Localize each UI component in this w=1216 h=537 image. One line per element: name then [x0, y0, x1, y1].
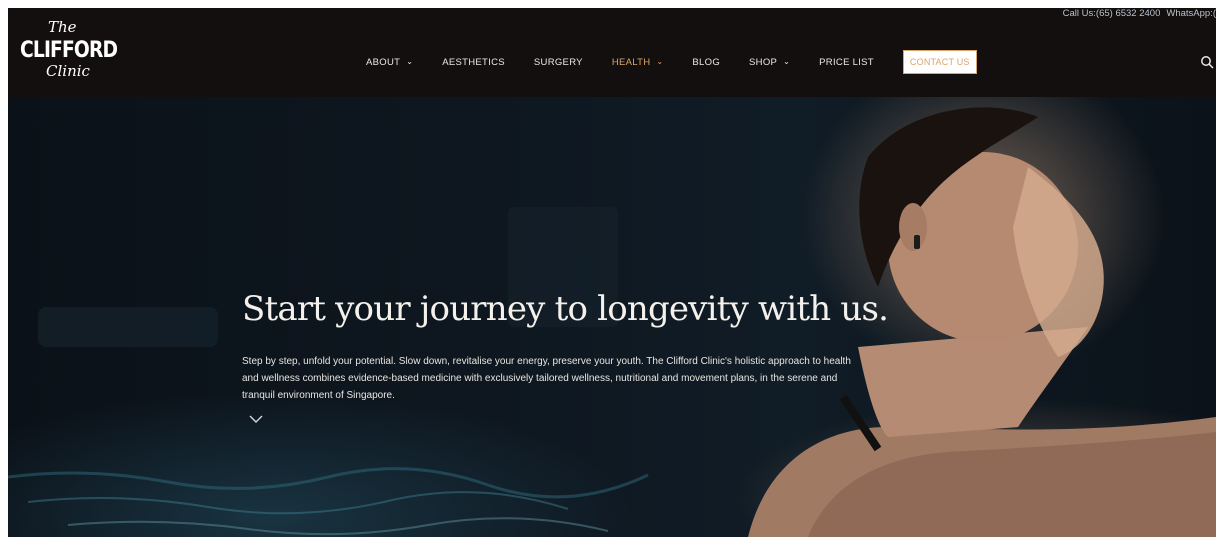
page-frame: Call Us:(65) 6532 2400 WhatsApp:( The CLI…: [8, 8, 1216, 537]
hero-title: Start your journey to longevity with us.: [242, 289, 889, 329]
chevron-down-icon: ⌄: [656, 56, 664, 66]
hero-description: Step by step, unfold your potential. Slo…: [242, 356, 851, 401]
nav-item-price-list[interactable]: PRICE LIST: [819, 57, 874, 68]
clinic-logo[interactable]: The CLIFFORD Clinic: [18, 16, 118, 88]
nav-item-health[interactable]: HEALTH ⌄: [612, 57, 664, 68]
logo-clinic: Clinic: [46, 62, 90, 80]
nav-item-shop[interactable]: SHOP ⌄: [749, 57, 790, 68]
nav-label: PRICE LIST: [819, 56, 874, 68]
nav-item-surgery[interactable]: SURGERY: [534, 57, 583, 68]
nav-label: BLOG: [692, 56, 721, 68]
logo-clifford: CLIFFORD: [20, 38, 118, 63]
nav-label: ABOUT: [366, 56, 401, 68]
chevron-down-icon[interactable]: [248, 413, 264, 425]
whatsapp-text[interactable]: WhatsApp:(: [1166, 8, 1216, 19]
contact-strip: Call Us:(65) 6532 2400 WhatsApp:(: [1057, 8, 1216, 20]
nav-label: SHOP: [749, 56, 778, 68]
site-header: The CLIFFORD Clinic ABOUT ⌄ AESTHETICS S…: [8, 8, 1216, 97]
logo-the: The: [48, 18, 77, 36]
contact-us-button[interactable]: CONTACT US: [902, 50, 977, 74]
hero-section: Start your journey to longevity with us.…: [8, 97, 1216, 537]
search-icon[interactable]: [1200, 55, 1214, 69]
phone-text[interactable]: Call Us:(65) 6532 2400: [1063, 8, 1161, 19]
chevron-down-icon: ⌄: [783, 56, 791, 66]
nav-item-aesthetics[interactable]: AESTHETICS: [442, 57, 505, 68]
nav-label: SURGERY: [533, 56, 583, 68]
nav-item-blog[interactable]: BLOG: [692, 57, 720, 68]
nav-item-about[interactable]: ABOUT ⌄: [366, 57, 413, 68]
nav-label: AESTHETICS: [442, 56, 505, 68]
nav-label: HEALTH: [611, 56, 651, 68]
main-nav: ABOUT ⌄ AESTHETICS SURGERY HEALTH ⌄ BLOG…: [366, 50, 977, 74]
chevron-down-icon: ⌄: [406, 56, 414, 66]
